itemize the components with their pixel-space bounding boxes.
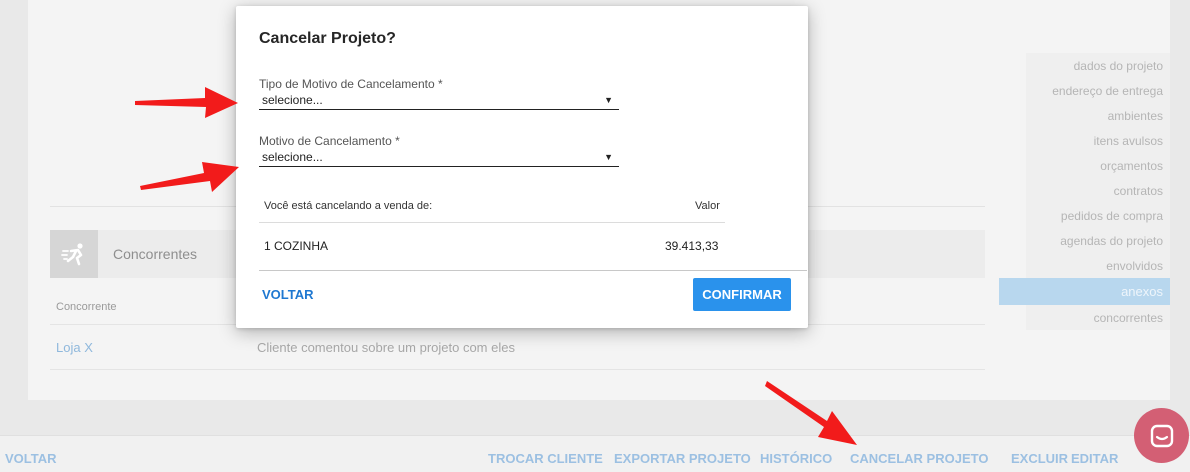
side-menu-item[interactable]: ambientes: [1026, 103, 1170, 128]
confirm-button[interactable]: CONFIRMAR: [693, 278, 791, 311]
side-menu-item[interactable]: contratos: [1026, 178, 1170, 203]
dialog-back-button[interactable]: VOLTAR: [262, 287, 314, 302]
reason-label: Motivo de Cancelamento *: [259, 134, 400, 148]
caret-down-icon: ▼: [604, 152, 613, 162]
reason-value: selecione...: [262, 150, 323, 164]
reason-type-value: selecione...: [262, 93, 323, 107]
annotation-arrow-icon: [140, 162, 239, 192]
caret-down-icon: ▼: [604, 95, 613, 105]
footer-back-button[interactable]: VOLTAR: [5, 451, 57, 466]
table-header-value: Valor: [695, 200, 720, 212]
chat-launcher-button[interactable]: [1134, 408, 1189, 463]
reason-type-label: Tipo de Motivo de Cancelamento *: [259, 77, 443, 91]
competitor-link[interactable]: Loja X: [56, 340, 93, 355]
section-title: Concorrentes: [113, 246, 198, 262]
table-divider: [50, 369, 985, 370]
export-project-button[interactable]: EXPORTAR PROJETO: [614, 451, 751, 466]
chat-icon: [1150, 424, 1173, 447]
history-button[interactable]: HISTÓRICO: [760, 451, 832, 466]
dialog-title: Cancelar Projeto?: [259, 30, 396, 47]
table-cell-item: 1 COZINHA: [264, 239, 329, 253]
table-cell-value: 39.413,33: [665, 239, 719, 253]
side-menu-item[interactable]: pedidos de compra: [1026, 203, 1170, 228]
table-header-item: Você está cancelando a venda de:: [264, 200, 433, 212]
cancel-project-button[interactable]: CANCELAR PROJETO: [850, 451, 988, 466]
delete-button[interactable]: EXCLUIR: [1011, 451, 1068, 466]
side-menu-item[interactable]: dados do projeto: [1026, 53, 1170, 78]
side-menu-item[interactable]: concorrentes: [1026, 305, 1170, 330]
project-side-menu: dados do projeto endereço de entrega amb…: [999, 53, 1170, 330]
side-menu-item[interactable]: itens avulsos: [1026, 128, 1170, 153]
edit-button[interactable]: EDITAR: [1071, 451, 1118, 466]
competitor-comment: Cliente comentou sobre um projeto com el…: [257, 340, 515, 355]
cancel-project-dialog: Cancelar Projeto? Tipo de Motivo de Canc…: [236, 6, 808, 328]
reason-select[interactable]: selecione... ▼: [259, 149, 619, 167]
footer-action-bar: VOLTAR TROCAR CLIENTE EXPORTAR PROJETO H…: [0, 435, 1190, 472]
runner-icon: [50, 230, 98, 278]
annotation-arrow-icon: [135, 87, 238, 118]
side-menu-item-active[interactable]: anexos: [999, 278, 1170, 305]
annotation-arrow-icon: [765, 381, 857, 445]
column-header-competitor: Concorrente: [56, 301, 117, 313]
table-divider: [259, 270, 807, 271]
side-menu-item[interactable]: envolvidos: [1026, 253, 1170, 278]
change-client-button[interactable]: TROCAR CLIENTE: [488, 451, 603, 466]
side-menu-item[interactable]: orçamentos: [1026, 153, 1170, 178]
side-menu-item[interactable]: agendas do projeto: [1026, 228, 1170, 253]
table-divider: [259, 222, 725, 223]
reason-type-select[interactable]: selecione... ▼: [259, 92, 619, 110]
side-menu-item[interactable]: endereço de entrega: [1026, 78, 1170, 103]
